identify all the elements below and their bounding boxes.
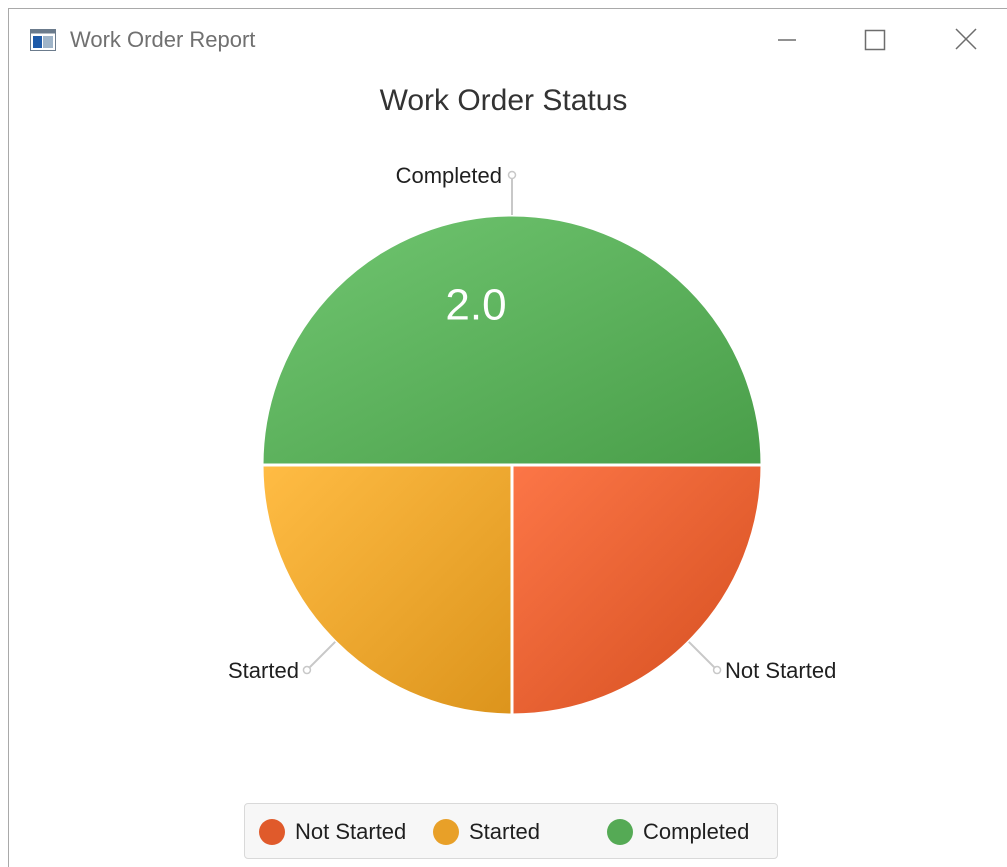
leader-line-not-started <box>688 641 718 671</box>
legend-swatch-not-started <box>259 819 285 845</box>
leader-dot-completed <box>507 170 517 180</box>
slice-label-started: Started <box>228 658 299 683</box>
leader-dot-started <box>302 665 312 675</box>
legend-item-not-started: Not Started <box>259 804 406 860</box>
slice-label-completed: Completed <box>396 163 502 188</box>
leader-dot-not-started <box>712 665 722 675</box>
pie-slice-completed[interactable] <box>260 213 764 467</box>
legend-label-completed: Completed <box>643 819 750 844</box>
legend-swatch-completed <box>607 819 633 845</box>
data-label-completed: 2.0 <box>445 281 506 330</box>
pie-chart: Not Started Started Completed 2.0 <box>228 163 836 717</box>
slice-label-not-started: Not Started <box>725 658 836 683</box>
chart-legend: Not Started Started Completed <box>244 803 778 859</box>
pie-slice-started[interactable] <box>260 463 514 717</box>
legend-label-not-started: Not Started <box>295 819 407 844</box>
legend-item-completed: Completed <box>607 804 749 860</box>
leader-line-started <box>306 641 336 671</box>
legend-item-started: Started <box>433 804 540 860</box>
legend-swatch-started <box>433 819 459 845</box>
legend-label-started: Started <box>469 819 540 844</box>
